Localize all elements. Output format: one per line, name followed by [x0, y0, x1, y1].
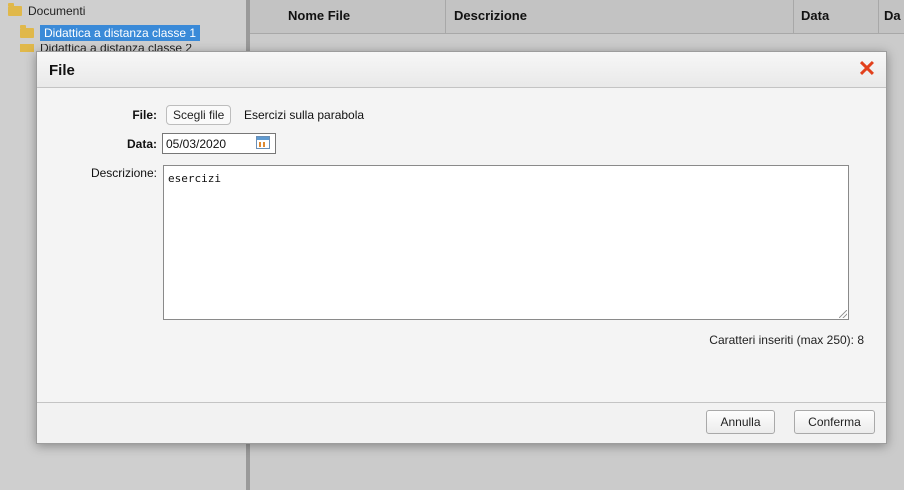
- dialog-footer: Annulla Conferma: [37, 402, 886, 443]
- calendar-icon[interactable]: [256, 136, 270, 149]
- close-icon[interactable]: ✕: [856, 58, 878, 80]
- dialog-header: File ✕: [37, 52, 886, 88]
- dialog-title: File: [49, 62, 75, 79]
- tree-item-classe-1[interactable]: Didattica a distanza classe 1: [20, 24, 201, 42]
- selected-file-name: Esercizi sulla parabola: [244, 108, 365, 122]
- confirm-button[interactable]: Conferma: [794, 410, 875, 434]
- file-dialog: File ✕ File: Scegli file Esercizi sulla …: [36, 51, 887, 444]
- tree-item-documenti[interactable]: Documenti: [8, 2, 85, 20]
- column-separator: [445, 0, 446, 34]
- cancel-button[interactable]: Annulla: [706, 410, 775, 434]
- file-label: File:: [132, 108, 157, 122]
- folder-icon: [20, 44, 34, 52]
- column-header-truncated[interactable]: Da: [884, 8, 901, 23]
- tree-item-label: Documenti: [28, 4, 86, 18]
- file-list-header: Nome File Descrizione Data Da: [250, 0, 904, 34]
- column-header-descrizione[interactable]: Descrizione: [454, 8, 527, 23]
- choose-file-button[interactable]: Scegli file: [166, 105, 232, 125]
- folder-icon: [8, 3, 22, 16]
- description-textarea[interactable]: esercizi: [163, 165, 849, 320]
- column-separator: [878, 0, 879, 34]
- character-counter: Caratteri inseriti (max 250): 8: [709, 333, 864, 347]
- folder-icon: [20, 25, 34, 38]
- date-label: Data:: [126, 137, 157, 151]
- column-header-data[interactable]: Data: [801, 8, 829, 23]
- description-label: Descrizione:: [90, 166, 157, 180]
- resize-grip-icon[interactable]: [839, 310, 847, 318]
- dialog-body: File: Scegli file Esercizi sulla parabol…: [37, 89, 886, 404]
- column-separator: [793, 0, 794, 34]
- tree-item-label: Didattica a distanza classe 1: [40, 25, 201, 41]
- column-header-nome-file[interactable]: Nome File: [288, 8, 350, 23]
